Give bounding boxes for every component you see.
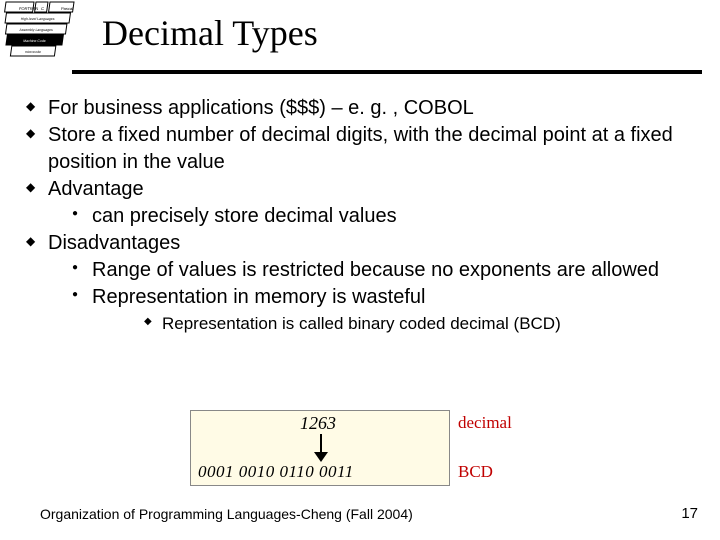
svg-text:High-level Languages: High-level Languages [20,17,54,21]
body-content: For business applications ($$$) – e. g. … [24,95,704,335]
page-number: 17 [681,505,698,522]
bullet-disadv-memory: Representation in memory is wasteful Rep… [70,284,704,335]
bullet-business: For business applications ($$$) – e. g. … [24,95,704,122]
svg-text:FORTRAN: FORTRAN [19,6,39,11]
bullet-disadvantages: Disadvantages Range of values is restric… [24,230,704,335]
svg-text:Assembly Languages: Assembly Languages [19,28,53,32]
bullet-advantage-precise: can precisely store decimal values [70,203,704,230]
bcd-binary-groups: 0001 0010 0110 0011 [198,462,354,482]
bcd-label-decimal: decimal [458,413,512,433]
bcd-label-bcd: BCD [458,462,493,482]
bullet-store-fixed: Store a fixed number of decimal digits, … [24,122,704,176]
bullet-disadv-range: Range of values is restricted because no… [70,257,704,284]
bcd-decimal-value: 1263 [300,413,336,434]
bullet-advantage: Advantage can precisely store decimal va… [24,176,704,230]
svg-text:Machine Code: Machine Code [23,39,46,43]
bullet-bcd: Representation is called binary coded de… [142,313,704,335]
footer-text: Organization of Programming Languages-Ch… [40,506,413,522]
svg-text:Pascal: Pascal [61,6,74,11]
slide-title: Decimal Types [102,12,318,54]
stacked-layers-logo: FORTRAN C Pascal High-level Languages As… [0,0,90,78]
title-underline [72,70,702,74]
bcd-diagram: 1263 decimal 0001 0010 0110 0011 BCD [190,410,530,490]
svg-text:microcode: microcode [25,50,42,54]
